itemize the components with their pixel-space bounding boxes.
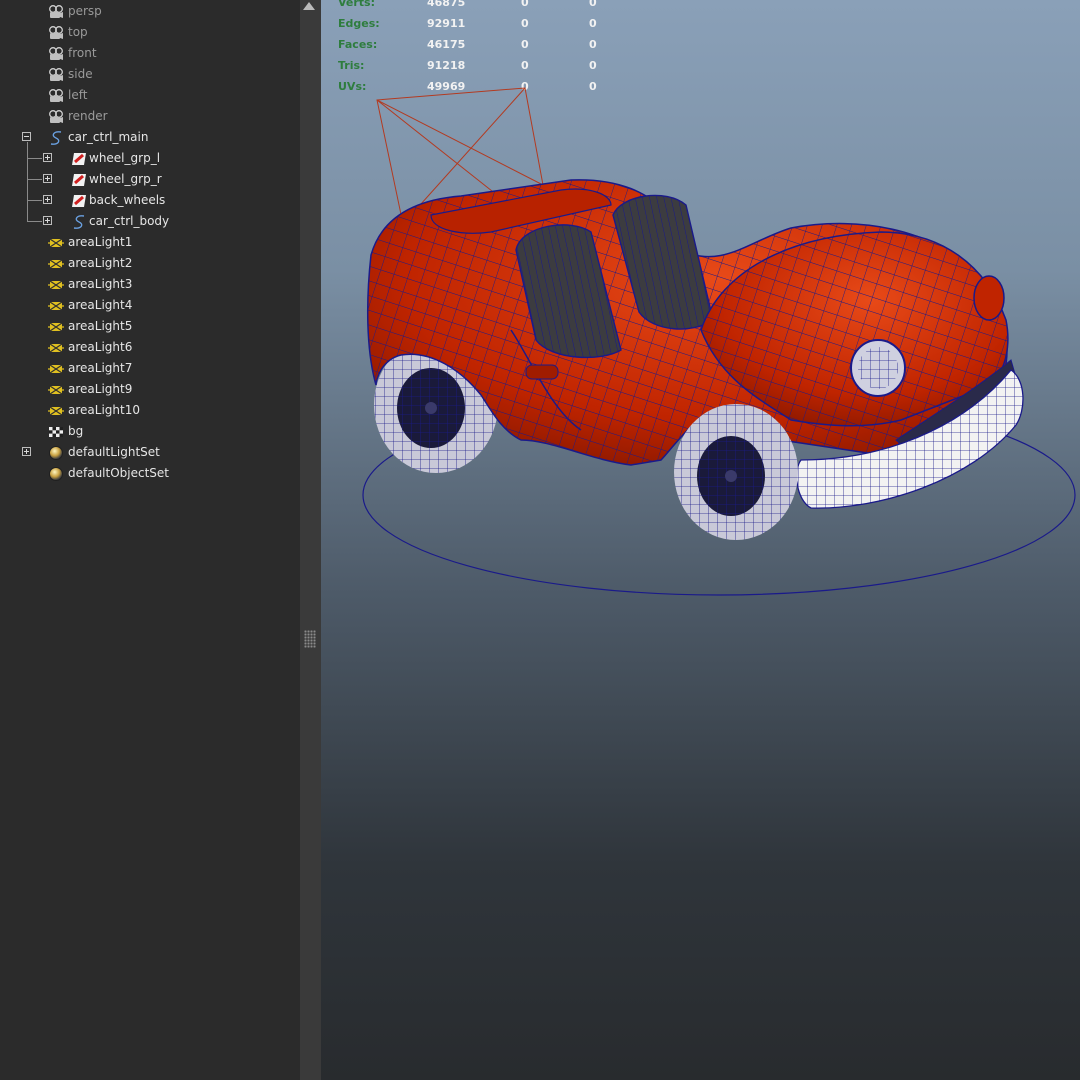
area-light-icon (48, 298, 64, 314)
expand-icon[interactable] (43, 174, 52, 183)
outliner-item-arealight2[interactable]: areaLight2 (0, 253, 300, 274)
outliner-item-label: areaLight10 (68, 403, 140, 417)
area-light-icon (48, 340, 64, 356)
car-model[interactable] (321, 0, 1080, 1080)
outliner-item-label: wheel_grp_l (89, 151, 161, 165)
outliner-item-label: car_ctrl_body (89, 214, 170, 228)
tree-connector-branch (27, 221, 42, 222)
outliner-item-label: areaLight1 (68, 235, 133, 249)
outliner-item-arealight5[interactable]: areaLight5 (0, 316, 300, 337)
outliner-item-arealight10[interactable]: areaLight10 (0, 400, 300, 421)
outliner-item-side[interactable]: side (0, 64, 300, 85)
expand-icon[interactable] (43, 216, 52, 225)
outliner-item-arealight9[interactable]: areaLight9 (0, 379, 300, 400)
outliner-item-label: areaLight6 (68, 340, 133, 354)
area-light-icon (48, 382, 64, 398)
outliner-item-front[interactable]: front (0, 43, 300, 64)
tree-connector-line (27, 142, 28, 221)
outliner-item-label: areaLight4 (68, 298, 133, 312)
outliner-item-label: persp (68, 4, 102, 18)
outliner-item-label: areaLight7 (68, 361, 133, 375)
outliner-item-label: bg (68, 424, 84, 438)
outliner-item-label: areaLight5 (68, 319, 133, 333)
area-light-icon (48, 277, 64, 293)
outliner-item-defaultobjectset[interactable]: defaultObjectSet (0, 463, 300, 484)
camera-icon (48, 67, 64, 83)
area-light-icon (48, 256, 64, 272)
curve-icon (71, 214, 87, 230)
outliner-item-arealight7[interactable]: areaLight7 (0, 358, 300, 379)
group-icon (71, 151, 87, 167)
camera-icon (48, 4, 64, 20)
outliner-item-arealight4[interactable]: areaLight4 (0, 295, 300, 316)
outliner-item-label: areaLight2 (68, 256, 133, 270)
outliner-item-label: wheel_grp_r (89, 172, 162, 186)
outliner-item-label: render (68, 109, 108, 123)
outliner-item-arealight1[interactable]: areaLight1 (0, 232, 300, 253)
camera-icon (48, 25, 64, 41)
outliner-item-back-wheels[interactable]: back_wheels (0, 190, 300, 211)
outliner-item-bg[interactable]: bg (0, 421, 300, 442)
checker-icon (48, 424, 64, 440)
outliner-item-label: back_wheels (89, 193, 166, 207)
curve-icon (48, 130, 64, 146)
group-icon (71, 193, 87, 209)
outliner-item-label: left (68, 88, 88, 102)
camera-icon (48, 88, 64, 104)
viewport-3d[interactable]: Verts: 46875 0 0 Edges: 92911 0 0 Faces: 46175 0 0 T… (321, 0, 1080, 1080)
outliner-item-car-ctrl-body[interactable]: car_ctrl_body (0, 211, 300, 232)
outliner-item-car-ctrl-main[interactable]: car_ctrl_main (0, 127, 300, 148)
outliner-item-label: areaLight9 (68, 382, 133, 396)
outliner-panel: persp top front side left render car_ctrl_main… (0, 0, 301, 1080)
group-icon (71, 172, 87, 188)
outliner-item-defaultlightset[interactable]: defaultLightSet (0, 442, 300, 463)
area-light-icon (48, 403, 64, 419)
area-light-icon (48, 361, 64, 377)
outliner-item-label: front (68, 46, 97, 60)
camera-icon (48, 46, 64, 62)
tree-connector-branch (27, 158, 42, 159)
set-icon (48, 466, 64, 482)
outliner-item-persp[interactable]: persp (0, 1, 300, 22)
tree-connector-branch (27, 200, 42, 201)
outliner-item-wheel-grp-l[interactable]: wheel_grp_l (0, 148, 300, 169)
outliner-item-label: defaultLightSet (68, 445, 160, 459)
scroll-up-arrow-icon[interactable] (303, 2, 315, 10)
outliner-item-label: top (68, 25, 88, 39)
outliner-item-label: defaultObjectSet (68, 466, 170, 480)
area-light-icon (48, 235, 64, 251)
expand-icon[interactable] (22, 447, 31, 456)
collapse-icon[interactable] (22, 132, 31, 141)
outliner-item-arealight3[interactable]: areaLight3 (0, 274, 300, 295)
outliner-item-label: car_ctrl_main (68, 130, 149, 144)
outliner-item-render[interactable]: render (0, 106, 300, 127)
outliner-item-left[interactable]: left (0, 85, 300, 106)
area-light-icon (48, 319, 64, 335)
tree-connector-branch (27, 179, 42, 180)
outliner-item-label: side (68, 67, 93, 81)
set-icon (48, 445, 64, 461)
outliner-item-wheel-grp-r[interactable]: wheel_grp_r (0, 169, 300, 190)
outliner-item-top[interactable]: top (0, 22, 300, 43)
splitter-grip-icon[interactable] (304, 630, 316, 648)
expand-icon[interactable] (43, 153, 52, 162)
camera-icon (48, 109, 64, 125)
outliner-item-arealight6[interactable]: areaLight6 (0, 337, 300, 358)
expand-icon[interactable] (43, 195, 52, 204)
front-wheel (674, 404, 798, 540)
outliner-item-label: areaLight3 (68, 277, 133, 291)
outliner-scrollbar[interactable] (300, 0, 321, 1080)
